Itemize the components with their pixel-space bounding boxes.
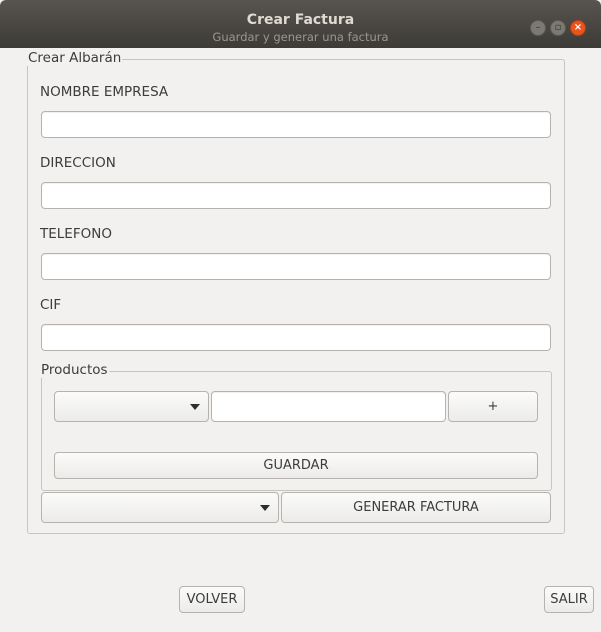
product-quantity-field[interactable]	[211, 391, 446, 422]
window-title: Crear Factura	[246, 12, 355, 28]
window-subtitle: Guardar y generar una factura	[212, 30, 389, 44]
address-field[interactable]	[41, 182, 551, 209]
cif-label: CIF	[40, 297, 62, 313]
chevron-down-icon	[190, 403, 200, 410]
product-select[interactable]	[54, 391, 209, 422]
invoice-select[interactable]	[41, 492, 279, 523]
address-label: DIRECCION	[40, 155, 116, 171]
products-group-title: Productos	[40, 362, 109, 378]
close-icon[interactable]: ×	[570, 20, 586, 36]
chevron-down-icon	[260, 504, 270, 511]
phone-field[interactable]	[41, 253, 551, 280]
cif-field[interactable]	[41, 324, 551, 351]
save-button[interactable]: GUARDAR	[54, 452, 538, 479]
albaran-group-title: Crear Albarán	[27, 50, 123, 66]
minimize-icon[interactable]: –	[530, 20, 546, 36]
company-name-label: NOMBRE EMPRESA	[40, 84, 169, 100]
add-product-button[interactable]: +	[448, 391, 538, 422]
window-titlebar: Crear Factura Guardar y generar una fact…	[0, 0, 601, 48]
phone-label: TELEFONO	[40, 226, 112, 242]
exit-button[interactable]: SALIR	[544, 586, 594, 613]
maximize-icon[interactable]: ▫	[550, 20, 566, 36]
company-name-field[interactable]	[41, 111, 551, 138]
generate-invoice-button[interactable]: GENERAR FACTURA	[281, 492, 551, 523]
back-button[interactable]: VOLVER	[179, 586, 245, 613]
